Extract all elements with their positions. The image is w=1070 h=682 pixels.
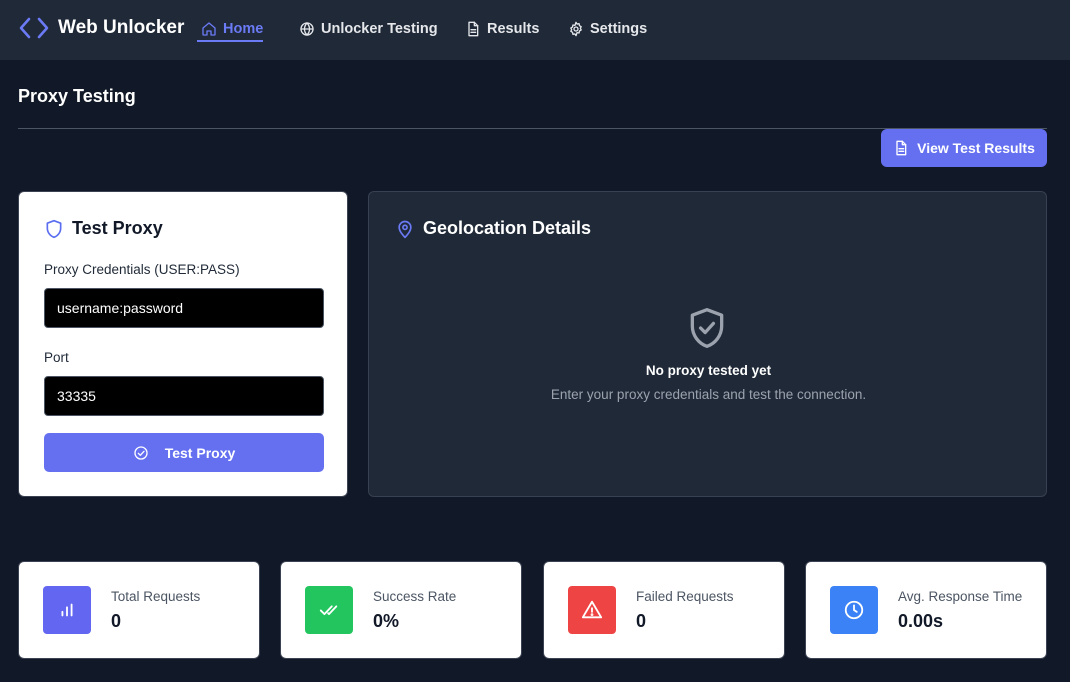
geolocation-card: Geolocation Details No proxy tested yet … <box>368 191 1047 497</box>
page-title: Proxy Testing <box>18 86 136 106</box>
stat-card-failed-requests: Failed Requests 0 <box>543 561 785 659</box>
credentials-input[interactable] <box>44 288 324 328</box>
view-test-results-button[interactable]: View Test Results <box>881 129 1047 167</box>
home-icon <box>202 22 216 36</box>
stat-icon-box <box>43 586 91 634</box>
stat-card-success-rate: Success Rate 0% <box>280 561 522 659</box>
bar-chart-icon <box>61 603 73 617</box>
shield-icon <box>46 219 62 238</box>
globe-icon <box>300 22 314 36</box>
brand[interactable]: Web Unlocker <box>18 14 184 42</box>
empty-state-subtitle: Enter your proxy credentials and test th… <box>550 387 867 402</box>
document-icon <box>896 140 907 156</box>
nav-label-results: Results <box>487 21 540 37</box>
document-icon <box>468 21 479 37</box>
check-circle-icon <box>134 445 148 460</box>
geolocation-title: Geolocation Details <box>395 218 591 239</box>
stat-icon-box <box>568 586 616 634</box>
stat-value: 0 <box>636 611 647 631</box>
test-proxy-card: Test Proxy Proxy Credentials (USER:PASS)… <box>18 191 348 497</box>
nav-item-home[interactable]: Home <box>201 18 263 40</box>
double-check-icon <box>319 605 338 616</box>
test-proxy-button[interactable]: Test Proxy <box>44 433 324 472</box>
stat-card-avg-response-time: Avg. Response Time 0.00s <box>805 561 1047 659</box>
map-pin-icon <box>398 220 412 238</box>
port-label: Port <box>44 350 69 365</box>
stat-value: 0.00s <box>898 611 944 631</box>
nav-item-results[interactable]: Results <box>465 18 539 40</box>
gear-icon <box>570 21 582 37</box>
stat-label: Failed Requests <box>636 589 734 604</box>
nav-item-settings[interactable]: Settings <box>568 18 647 40</box>
clock-icon <box>844 600 864 620</box>
stat-label: Success Rate <box>373 589 457 604</box>
credentials-label: Proxy Credentials (USER:PASS) <box>44 262 240 277</box>
empty-state-title: No proxy tested yet <box>645 363 772 378</box>
view-test-results-label: View Test Results <box>917 140 1035 156</box>
stat-value: 0% <box>373 611 400 631</box>
shield-check-icon <box>690 308 724 348</box>
stat-icon-box <box>830 586 878 634</box>
nav-item-unlocker-testing[interactable]: Unlocker Testing <box>299 18 438 40</box>
nav-label-settings: Settings <box>590 21 648 37</box>
code-brackets-icon <box>19 17 49 39</box>
warning-icon <box>581 600 603 619</box>
nav-label-home: Home <box>223 21 264 37</box>
app-title: Web Unlocker <box>58 17 185 38</box>
nav-label-unlocker-testing: Unlocker Testing <box>321 21 438 37</box>
stat-label: Total Requests <box>111 589 201 604</box>
test-proxy-button-label: Test Proxy <box>164 444 236 461</box>
test-proxy-title: Test Proxy <box>44 218 163 239</box>
stat-card-total-requests: Total Requests 0 <box>18 561 260 659</box>
active-nav-underline <box>197 40 263 42</box>
top-nav: Web Unlocker Home Unlocker Testing Resul… <box>0 0 1070 60</box>
stat-icon-box <box>305 586 353 634</box>
stat-value: 0 <box>111 611 122 631</box>
geolocation-title-text: Geolocation Details <box>423 218 592 238</box>
port-input[interactable] <box>44 376 324 416</box>
stat-label: Avg. Response Time <box>898 589 1023 604</box>
test-proxy-title-text: Test Proxy <box>72 218 163 238</box>
